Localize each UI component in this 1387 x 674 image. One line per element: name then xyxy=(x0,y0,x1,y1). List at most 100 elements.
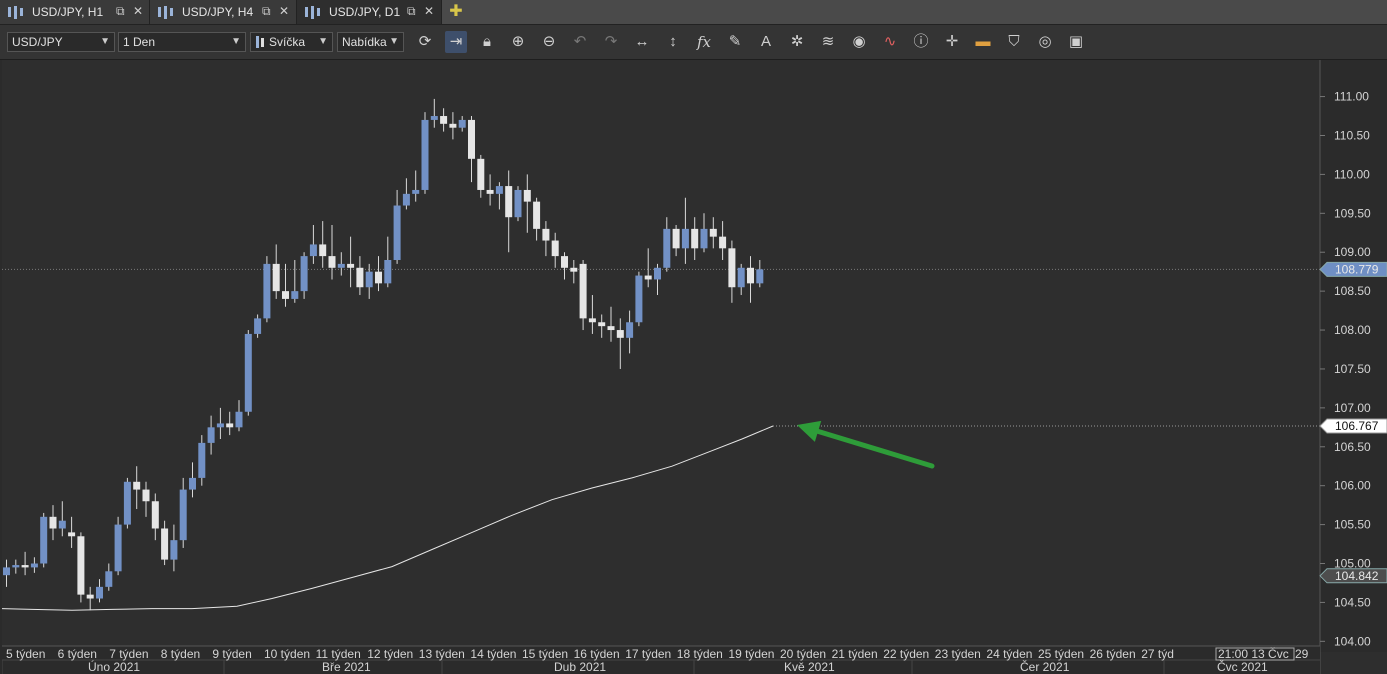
candle-bullish xyxy=(291,291,299,299)
price-tick-label: 106.00 xyxy=(1334,479,1371,493)
instrument-select[interactable]: USD/JPY ▼ xyxy=(7,32,115,52)
eye-icon[interactable]: ◉ xyxy=(848,31,870,53)
candle-bearish xyxy=(226,423,234,428)
candle-bearish xyxy=(542,228,550,241)
chart-type-select[interactable]: Svíčka ▼ xyxy=(250,32,333,52)
month-label: Úno 2021 xyxy=(88,659,140,674)
pattern-icon[interactable]: ✲ xyxy=(786,31,808,53)
tab-usdjpy-h4[interactable]: USD/JPY, H4 ⧉ ✕ xyxy=(150,0,297,24)
candle-bearish xyxy=(21,565,29,568)
price-label-text: 106.767 xyxy=(1335,419,1379,433)
candle-bearish xyxy=(142,489,150,502)
candle-bearish xyxy=(588,318,596,323)
candle-bearish xyxy=(533,201,541,229)
candle-bullish xyxy=(254,318,262,334)
close-icon[interactable]: ✕ xyxy=(424,4,434,18)
candle-bullish xyxy=(402,193,410,206)
candle-bearish xyxy=(616,330,624,338)
week-label: 27 týd xyxy=(1141,647,1174,661)
candle-bullish xyxy=(654,267,661,280)
signal-icon[interactable]: ∿ xyxy=(879,31,901,53)
zoom-in-icon[interactable]: ⊕ xyxy=(507,31,529,53)
candle-bullish xyxy=(96,586,103,599)
price-tick-label: 109.00 xyxy=(1334,245,1371,259)
zoom-out-icon[interactable]: ⊖ xyxy=(538,31,560,53)
candle-bullish xyxy=(3,567,10,576)
pop-out-icon[interactable]: ⧉ xyxy=(116,4,125,19)
text-tool-icon[interactable]: A xyxy=(755,31,777,53)
month-label: Čer 2021 xyxy=(1020,659,1070,674)
candle-bearish xyxy=(728,248,736,288)
autoscroll-icon[interactable]: ⇥ xyxy=(445,31,467,53)
candle-bullish xyxy=(309,244,317,257)
crosshair-icon[interactable]: ✛ xyxy=(941,31,963,53)
candle-bullish xyxy=(58,520,66,529)
pencil-icon[interactable]: ✎ xyxy=(724,31,746,53)
candle-bearish xyxy=(282,291,289,299)
redo-icon[interactable]: ↷ xyxy=(600,31,622,53)
tab-usdjpy-d1[interactable]: USD/JPY, D1 ⧉ ✕ xyxy=(297,0,442,24)
info-icon[interactable]: ⓘ xyxy=(910,31,932,53)
close-icon[interactable]: ✕ xyxy=(279,4,289,18)
close-icon[interactable]: ✕ xyxy=(133,4,143,18)
add-chart-icon[interactable]: ✚ xyxy=(446,2,466,22)
candle-bullish xyxy=(300,256,308,292)
horizontal-scale-icon[interactable]: ↔ xyxy=(631,31,653,53)
week-label: 19 týden xyxy=(728,647,774,661)
indicator-fx-icon[interactable]: fx xyxy=(693,31,715,53)
undo-icon[interactable]: ↶ xyxy=(569,31,591,53)
candle-bearish xyxy=(375,271,382,284)
week-label: 17 týden xyxy=(625,647,671,661)
price-chart[interactable]: 111.00 110.50 110.00 109.50 109.00 108.50 108.… xyxy=(2,60,1387,674)
candle-bearish xyxy=(644,275,652,280)
period-select[interactable]: 1 Den ▼ xyxy=(118,32,246,52)
candle-bullish xyxy=(198,442,206,478)
layers-icon[interactable]: ≋ xyxy=(817,31,839,53)
price-label-text: 104.842 xyxy=(1335,569,1379,583)
refresh-icon[interactable]: ⟳ xyxy=(414,31,436,53)
candle-bearish xyxy=(607,326,615,331)
candle-bullish xyxy=(365,271,373,288)
chevron-down-icon: ▼ xyxy=(231,36,241,47)
candle-bearish xyxy=(468,119,475,159)
color-bar-icon[interactable]: ▬ xyxy=(972,31,994,53)
candle-bullish xyxy=(207,427,215,443)
candle-bullish xyxy=(12,565,20,568)
week-label: 8 týden xyxy=(161,647,200,661)
week-label: 13 týden xyxy=(419,647,465,661)
week-label: 6 týden xyxy=(58,647,97,661)
chart-toolbar: USD/JPY ▼ 1 Den ▼ Svíčka ▼ Nabídka ▼ ⟳ ⇥… xyxy=(0,25,1387,60)
paint-bucket-icon[interactable]: ⛉ xyxy=(1003,31,1025,53)
candlestick-icon xyxy=(305,5,321,19)
price-tick-label: 105.50 xyxy=(1334,518,1371,532)
week-label: 10 týden xyxy=(264,647,310,661)
candle-bearish xyxy=(709,228,717,237)
pop-out-icon[interactable]: ⧉ xyxy=(407,4,416,19)
tab-bar: USD/JPY, H1 ⧉ ✕ USD/JPY, H4 ⧉ ✕ USD/JPY,… xyxy=(0,0,1387,25)
candle-bearish xyxy=(161,528,169,560)
week-label: 25 týden xyxy=(1038,647,1084,661)
week-label: 11 týden xyxy=(316,647,361,661)
candle-type-icon xyxy=(256,36,259,48)
candle-bearish xyxy=(672,228,680,249)
candle-bearish xyxy=(719,236,727,249)
candle-bullish xyxy=(756,269,764,284)
candle-bearish xyxy=(319,244,327,257)
price-tick-label: 110.00 xyxy=(1334,167,1370,181)
tab-usdjpy-h1[interactable]: USD/JPY, H1 ⧉ ✕ xyxy=(0,0,150,24)
pop-out-icon[interactable]: ⧉ xyxy=(262,4,271,19)
month-label: Kvě 2021 xyxy=(784,660,835,674)
candle-bearish xyxy=(561,256,568,268)
vertical-scale-icon[interactable]: ↕ xyxy=(662,31,684,53)
candle-bullish xyxy=(412,189,420,194)
circle-icon[interactable]: ◎ xyxy=(1034,31,1056,53)
lock-icon[interactable]: 🔒︎ xyxy=(476,31,498,53)
price-tick-label: 106.50 xyxy=(1334,440,1371,454)
price-side-select[interactable]: Nabídka ▼ xyxy=(337,32,404,52)
candle-bearish xyxy=(440,116,448,124)
week-label: 5 týden xyxy=(6,647,45,661)
candle-bullish xyxy=(514,189,522,218)
week-label: 16 týden xyxy=(574,647,620,661)
save-icon[interactable]: ▣ xyxy=(1065,31,1087,53)
candle-bullish xyxy=(700,228,708,249)
